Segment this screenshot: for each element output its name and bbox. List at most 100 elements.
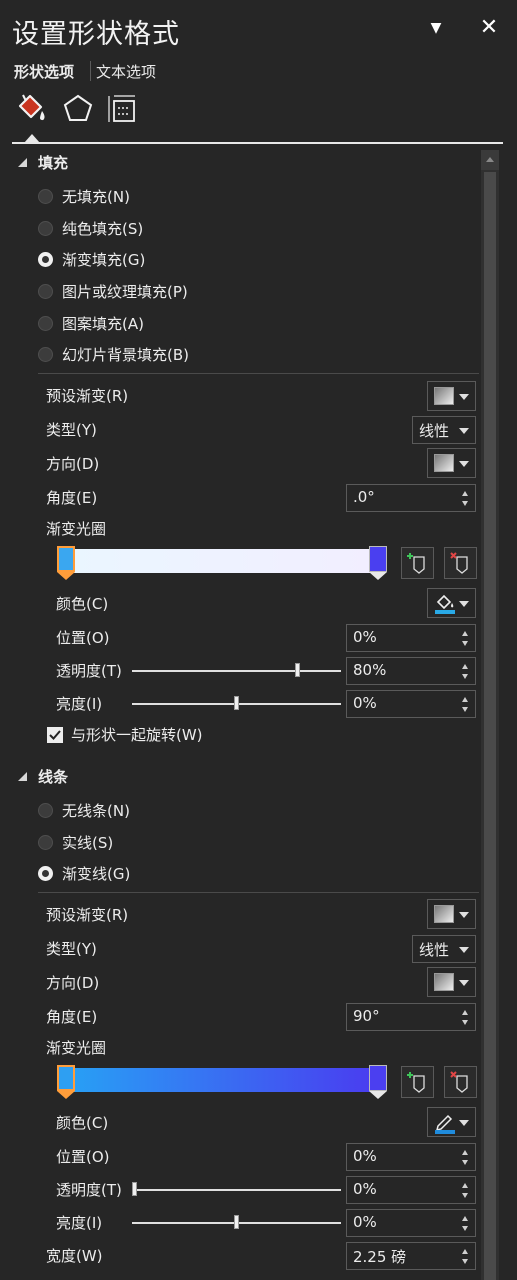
spin-up-icon[interactable] — [462, 697, 468, 702]
position-spinner[interactable]: 0% — [346, 624, 476, 652]
spin-down-icon[interactable] — [462, 1020, 468, 1025]
paint-bucket-icon — [435, 594, 455, 614]
spin-down-icon[interactable] — [462, 674, 468, 679]
gradient-swatch-icon — [434, 387, 454, 405]
spin-up-icon[interactable] — [462, 631, 468, 636]
tab-shape-options[interactable]: 形状选项 — [14, 61, 74, 82]
radio-icon[interactable] — [38, 834, 53, 850]
gradient-stops-bar[interactable] — [57, 546, 387, 580]
spin-up-icon[interactable] — [462, 664, 468, 669]
line-gradient-stops-bar[interactable] — [57, 1065, 387, 1099]
transparency-spinner[interactable]: 80% — [346, 657, 476, 685]
angle-spinner[interactable]: .0° — [346, 484, 476, 512]
line-color-dropdown[interactable] — [427, 1107, 476, 1137]
line-type-dropdown[interactable]: 线性 — [412, 935, 476, 963]
radio-icon[interactable] — [38, 346, 53, 362]
vertical-scrollbar[interactable] — [481, 150, 499, 1280]
transparency-value: 0% — [353, 1180, 377, 1198]
brightness-slider[interactable] — [132, 696, 341, 712]
spin-down-icon[interactable] — [462, 1160, 468, 1165]
radio-icon[interactable] — [38, 283, 53, 299]
fill-color-dropdown[interactable] — [427, 588, 476, 618]
radio-icon[interactable] — [38, 251, 53, 267]
remove-gradient-stop-button[interactable] — [444, 1066, 477, 1098]
gradient-stop-2[interactable] — [369, 546, 387, 572]
spin-up-icon[interactable] — [462, 1249, 468, 1254]
add-gradient-stop-button[interactable] — [401, 1066, 434, 1098]
slider-thumb[interactable] — [234, 1215, 239, 1229]
line-angle-spinner[interactable]: 90° — [346, 1003, 476, 1031]
spin-down-icon[interactable] — [462, 1259, 468, 1264]
slider-thumb[interactable] — [295, 663, 300, 677]
tab-text-options[interactable]: 文本选项 — [96, 61, 156, 82]
preset-gradient-dropdown[interactable] — [427, 381, 476, 411]
remove-gradient-stop-button[interactable] — [444, 547, 477, 579]
line-preset-gradient-dropdown[interactable] — [427, 899, 476, 929]
rotate-with-shape-label: 与形状一起旋转(W) — [71, 726, 203, 744]
rotate-with-shape-checkbox[interactable] — [47, 727, 63, 743]
fill-option-picture[interactable]: 图片或纹理填充(P) — [38, 279, 188, 303]
spin-up-icon[interactable] — [462, 1010, 468, 1015]
line-transparency-spinner[interactable]: 0% — [346, 1176, 476, 1204]
gradient-stop-1[interactable] — [57, 546, 75, 572]
size-properties-icon[interactable] — [106, 92, 140, 126]
brightness-spinner[interactable]: 0% — [346, 690, 476, 718]
spin-up-icon[interactable] — [462, 491, 468, 496]
spin-up-icon[interactable] — [462, 1150, 468, 1155]
line-option-gradient[interactable]: 渐变线(G) — [38, 861, 130, 885]
radio-icon[interactable] — [38, 315, 53, 331]
slider-thumb[interactable] — [234, 696, 239, 710]
fill-option-pattern[interactable]: 图案填充(A) — [38, 311, 144, 335]
chevron-down-icon — [459, 428, 469, 434]
spin-down-icon[interactable] — [462, 1193, 468, 1198]
scroll-up-arrow-icon[interactable] — [481, 150, 499, 170]
line-position-spinner[interactable]: 0% — [346, 1143, 476, 1171]
fill-option-solid[interactable]: 纯色填充(S) — [38, 216, 143, 240]
fill-option-slide-background[interactable]: 幻灯片背景填充(B) — [38, 342, 189, 366]
effects-pentagon-icon[interactable] — [61, 92, 95, 126]
fill-line-icon[interactable] — [14, 92, 48, 126]
line-direction-dropdown[interactable] — [427, 967, 476, 997]
radio-icon[interactable] — [38, 865, 53, 881]
task-pane-options-button[interactable]: ▼ — [424, 16, 448, 40]
position-value: 0% — [353, 628, 377, 646]
type-dropdown[interactable]: 线性 — [412, 416, 476, 444]
add-gradient-stop-button[interactable] — [401, 547, 434, 579]
radio-icon[interactable] — [38, 188, 53, 204]
fill-option-none[interactable]: 无填充(N) — [38, 184, 130, 208]
spin-down-icon[interactable] — [462, 501, 468, 506]
slider-thumb[interactable] — [132, 1182, 137, 1196]
spin-down-icon[interactable] — [462, 707, 468, 712]
close-button[interactable]: ✕ — [477, 16, 501, 40]
spin-down-icon[interactable] — [462, 1226, 468, 1231]
preset-gradient-label: 预设渐变(R) — [46, 906, 129, 924]
line-section-header[interactable]: 线条 — [18, 765, 68, 787]
fill-option-gradient[interactable]: 渐变填充(G) — [38, 247, 145, 271]
brightness-label: 亮度(I) — [56, 695, 103, 713]
radio-label: 图案填充(A) — [62, 314, 144, 333]
direction-dropdown[interactable] — [427, 448, 476, 478]
gradient-stop-2[interactable] — [369, 1065, 387, 1091]
fill-section-header[interactable]: 填充 — [18, 151, 68, 173]
gradient-stop-1[interactable] — [57, 1065, 75, 1091]
divider — [38, 373, 479, 374]
radio-icon[interactable] — [38, 802, 53, 818]
chevron-down-icon — [459, 394, 469, 400]
scroll-thumb[interactable] — [484, 172, 496, 1280]
line-option-solid[interactable]: 实线(S) — [38, 830, 113, 854]
line-brightness-spinner[interactable]: 0% — [346, 1209, 476, 1237]
spin-down-icon[interactable] — [462, 641, 468, 646]
line-option-none[interactable]: 无线条(N) — [38, 798, 130, 822]
type-value: 线性 — [419, 422, 450, 440]
tab-separator — [90, 61, 92, 81]
line-width-spinner[interactable]: 2.25 磅 — [346, 1242, 476, 1270]
line-brightness-slider[interactable] — [132, 1215, 341, 1231]
transparency-slider[interactable] — [132, 663, 341, 679]
radio-icon[interactable] — [38, 220, 53, 236]
type-label: 类型(Y) — [46, 421, 97, 439]
line-transparency-slider[interactable] — [132, 1182, 341, 1198]
type-value: 线性 — [419, 941, 450, 959]
spin-up-icon[interactable] — [462, 1183, 468, 1188]
spin-up-icon[interactable] — [462, 1216, 468, 1221]
chevron-down-icon — [459, 980, 469, 986]
